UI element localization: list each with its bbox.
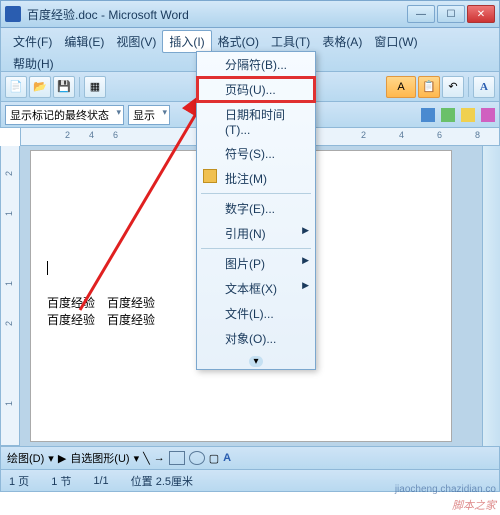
menu-datetime[interactable]: 日期和时间(T)... — [197, 102, 315, 141]
ruler-tick: 2 — [361, 130, 366, 140]
ruler-tick: 1 — [4, 281, 14, 286]
doc-text: 百度经验 — [107, 296, 155, 310]
vertical-ruler: 2 1 1 2 1 — [0, 146, 20, 446]
font-style-button[interactable]: A — [473, 76, 495, 98]
ruler-tick: 6 — [437, 130, 442, 140]
window-controls: — ☐ ✕ — [407, 5, 495, 23]
menu-tools[interactable]: 工具(T) — [265, 31, 316, 52]
toolbar-separator — [468, 77, 469, 97]
show-combo[interactable]: 显示 — [128, 105, 170, 125]
table-icon[interactable]: ▦ — [84, 76, 106, 98]
submenu-arrow-icon: ▶ — [302, 255, 309, 266]
close-button[interactable]: ✕ — [467, 5, 495, 23]
watermark-url: jiaocheng.chazidian.co — [395, 484, 496, 495]
autoshapes-menu[interactable]: 自选图形(U) — [70, 450, 129, 466]
highlight-blue[interactable] — [421, 108, 435, 122]
menu-comment[interactable]: 批注(M) — [197, 166, 315, 191]
highlight-magenta[interactable] — [481, 108, 495, 122]
watermark-text: 脚本之家 — [452, 497, 496, 513]
highlight-green[interactable] — [441, 108, 455, 122]
ruler-tick: 2 — [4, 171, 14, 176]
doc-text: 百度经验 — [47, 313, 95, 327]
menu-edit[interactable]: 编辑(E) — [58, 31, 110, 52]
menu-format[interactable]: 格式(O) — [212, 31, 265, 52]
open-icon[interactable]: 📂 — [29, 76, 51, 98]
font-color-button[interactable]: A — [386, 76, 416, 98]
arrow-icon[interactable]: → — [154, 452, 165, 464]
ruler-tick: 4 — [399, 130, 404, 140]
new-doc-icon[interactable]: 📄 — [5, 76, 27, 98]
menu-break[interactable]: 分隔符(B)... — [197, 52, 315, 77]
status-position: 位置 2.5厘米 — [131, 473, 193, 489]
menu-separator — [201, 193, 311, 194]
text-cursor — [47, 261, 48, 275]
menu-insert[interactable]: 插入(I) — [162, 30, 211, 53]
wordart-icon[interactable]: A — [223, 452, 231, 464]
ruler-tick: 4 — [89, 130, 94, 140]
titlebar: 百度经验.doc - Microsoft Word — ☐ ✕ — [0, 0, 500, 28]
insert-menu-dropdown: 分隔符(B)... 页码(U)... 日期和时间(T)... 符号(S)... … — [196, 51, 316, 370]
chevron-down-icon: ▾ — [249, 356, 262, 367]
menu-expand[interactable]: ▾ — [197, 351, 315, 369]
drawing-toolbar: 绘图(D)▾ ▶ 自选图形(U)▾ ╲ → ▢ A — [0, 446, 500, 470]
textbox-icon[interactable]: ▢ — [209, 452, 219, 465]
status-section: 1 节 — [51, 473, 71, 489]
ruler-tick: 2 — [4, 321, 14, 326]
toolbar-separator — [79, 77, 80, 97]
submenu-arrow-icon: ▶ — [302, 280, 309, 291]
window-title: 百度经验.doc - Microsoft Word — [27, 6, 407, 23]
ruler-tick: 1 — [4, 211, 14, 216]
maximize-button[interactable]: ☐ — [437, 5, 465, 23]
doc-text: 百度经验 — [107, 313, 155, 327]
draw-menu[interactable]: 绘图(D) — [7, 450, 44, 466]
menu-file[interactable]: 文件(F) — [7, 31, 58, 52]
markup-mode-combo[interactable]: 显示标记的最终状态 — [5, 105, 124, 125]
doc-text: 百度经验 — [47, 296, 95, 310]
select-arrow-icon[interactable]: ▶ — [58, 452, 66, 465]
rectangle-icon[interactable] — [169, 451, 185, 465]
menu-item-label: 批注(M) — [225, 172, 267, 186]
menu-item-label: 图片(P) — [225, 257, 265, 271]
menu-item-label: 文本框(X) — [225, 282, 277, 296]
menu-view[interactable]: 视图(V) — [110, 31, 162, 52]
status-page: 1 页 — [9, 473, 29, 489]
menu-textbox[interactable]: 文本框(X) ▶ — [197, 276, 315, 301]
highlight-yellow[interactable] — [461, 108, 475, 122]
minimize-button[interactable]: — — [407, 5, 435, 23]
menu-separator — [201, 248, 311, 249]
ruler-tick: 2 — [65, 130, 70, 140]
paste-icon[interactable]: 📋 — [418, 76, 440, 98]
status-pagecount: 1/1 — [93, 475, 108, 487]
menu-page-numbers[interactable]: 页码(U)... — [197, 77, 315, 102]
ruler-tick: 6 — [113, 130, 118, 140]
submenu-arrow-icon: ▶ — [302, 225, 309, 236]
oval-icon[interactable] — [189, 451, 205, 465]
ruler-tick: 1 — [4, 401, 14, 406]
menu-object[interactable]: 对象(O)... — [197, 326, 315, 351]
line-icon[interactable]: ╲ — [143, 452, 150, 465]
menu-file[interactable]: 文件(L)... — [197, 301, 315, 326]
menu-picture[interactable]: 图片(P) ▶ — [197, 251, 315, 276]
undo-icon[interactable]: ↶ — [442, 76, 464, 98]
menu-symbol[interactable]: 符号(S)... — [197, 141, 315, 166]
menu-reference[interactable]: 引用(N) ▶ — [197, 221, 315, 246]
menu-table[interactable]: 表格(A) — [316, 31, 368, 52]
menu-window[interactable]: 窗口(W) — [368, 31, 423, 52]
vertical-scrollbar[interactable] — [482, 146, 500, 446]
menu-item-label: 引用(N) — [225, 227, 266, 241]
folder-icon — [203, 169, 217, 183]
app-icon — [5, 6, 21, 22]
menu-number[interactable]: 数字(E)... — [197, 196, 315, 221]
save-icon[interactable]: 💾 — [53, 76, 75, 98]
ruler-tick: 8 — [475, 130, 480, 140]
